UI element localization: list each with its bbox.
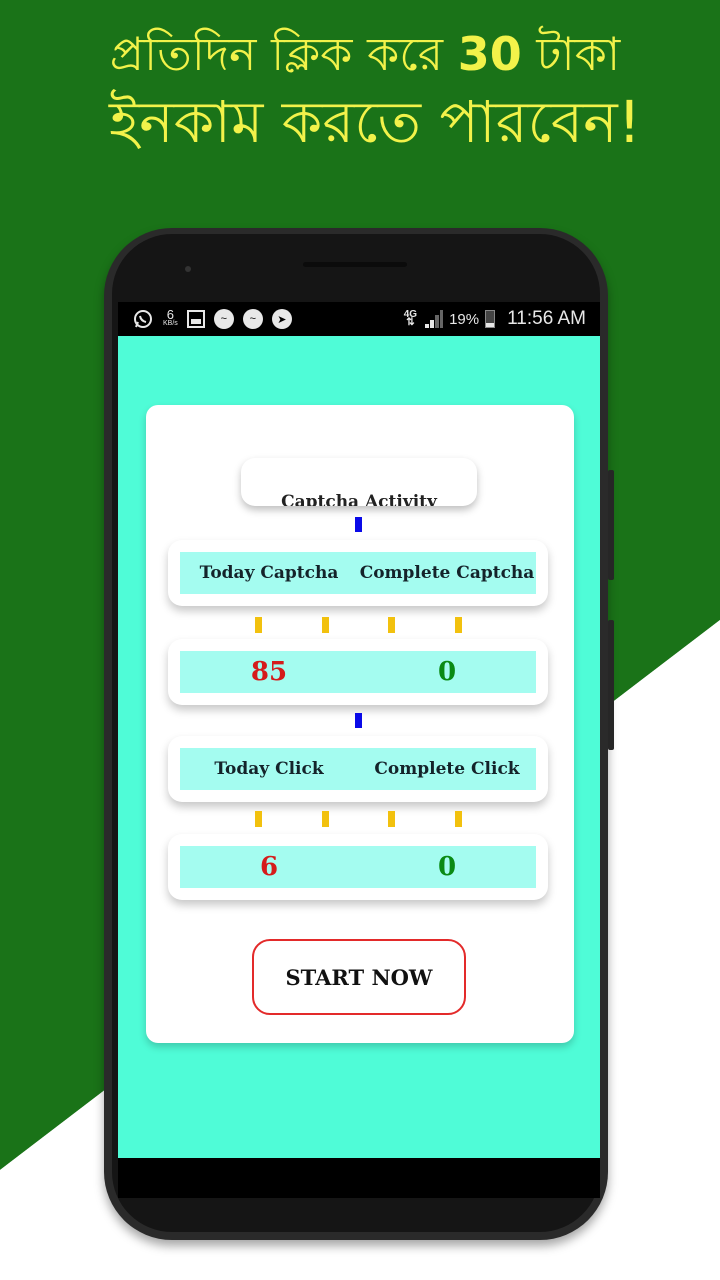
complete-captcha-label: Complete Captcha: [359, 563, 535, 583]
phone-side-button: [608, 470, 614, 580]
promo-line-1-suffix: টাকা: [521, 27, 621, 81]
connector-dash: [355, 713, 362, 728]
connector-dash: [388, 811, 395, 827]
phone-screen: 6 KB/s ~ ~ ➤ 4G ⇅ 19% 11:56 AM Captcha A…: [118, 302, 600, 1158]
activity-card: Captcha Activity Today Captcha Complete …: [146, 405, 574, 1043]
click-values-row: 6 0: [168, 834, 548, 900]
data-speed-indicator: 6 KB/s: [163, 307, 178, 328]
today-click-value: 6: [259, 852, 279, 882]
today-captcha-label: Today Captcha: [199, 563, 339, 583]
clock: 11:56 AM: [507, 308, 586, 329]
messenger-icon: ~: [213, 309, 234, 329]
status-bar: 6 KB/s ~ ~ ➤ 4G ⇅ 19% 11:56 AM: [118, 302, 600, 336]
connector-dash: [355, 517, 362, 532]
click-labels-inner: Today Click Complete Click: [180, 748, 536, 790]
connector-dash: [322, 617, 329, 633]
promo-line-1: প্রতিদিন ক্লিক করে 30 টাকা: [0, 22, 720, 86]
notification-icons: 6 KB/s ~ ~ ➤: [132, 308, 292, 330]
today-click-label: Today Click: [214, 759, 324, 779]
messenger-icon: ~: [242, 309, 263, 329]
complete-captcha-value: 0: [437, 657, 457, 687]
connector-dash: [322, 811, 329, 827]
data-speed-value: 6: [166, 307, 175, 322]
battery-icon: [485, 310, 496, 328]
promo-line-2: ইনকাম করতে পারবেন!: [108, 88, 642, 156]
phone-earpiece: [303, 262, 407, 267]
data-arrows-icon: ⇅: [406, 317, 415, 328]
promo-headline: প্রতিদিন ক্লিক করে 30 টাকা ইনকাম করতে পা…: [0, 22, 720, 158]
connector-dash: [255, 617, 262, 633]
activity-title-text: Captcha Activity: [281, 492, 437, 506]
promo-line-1-prefix: প্রতিদিন ক্লিক করে: [109, 27, 458, 81]
system-icons: 4G ⇅ 19% 11:56 AM: [404, 308, 586, 330]
captcha-labels-row: Today Captcha Complete Captcha: [168, 540, 548, 606]
data-speed-unit: KB/s: [163, 320, 178, 327]
captcha-labels-inner: Today Captcha Complete Captcha: [180, 552, 536, 594]
network-type-icon: 4G ⇅: [404, 310, 417, 328]
activity-title: Captcha Activity: [241, 458, 477, 506]
complete-click-label: Complete Click: [374, 759, 520, 779]
telegram-icon: ➤: [271, 309, 292, 329]
phone-bottom-bezel: [118, 1158, 600, 1198]
battery-percent: 19%: [449, 310, 480, 328]
whatsapp-icon: [132, 308, 154, 330]
captcha-values-row: 85 0: [168, 639, 548, 705]
signal-strength-icon: [423, 310, 444, 328]
connector-dash: [388, 617, 395, 633]
today-captcha-value: 85: [250, 657, 288, 687]
phone-side-button: [608, 620, 614, 750]
start-now-button[interactable]: START NOW: [252, 939, 466, 1015]
connector-dash: [455, 617, 462, 633]
connector-dash: [255, 811, 262, 827]
phone-camera: [185, 266, 191, 272]
captcha-values-inner: 85 0: [180, 651, 536, 693]
click-labels-row: Today Click Complete Click: [168, 736, 548, 802]
promo-amount: 30: [457, 27, 522, 81]
complete-click-value: 0: [437, 852, 457, 882]
gallery-icon: [186, 310, 205, 328]
connector-dash: [455, 811, 462, 827]
click-values-inner: 6 0: [180, 846, 536, 888]
